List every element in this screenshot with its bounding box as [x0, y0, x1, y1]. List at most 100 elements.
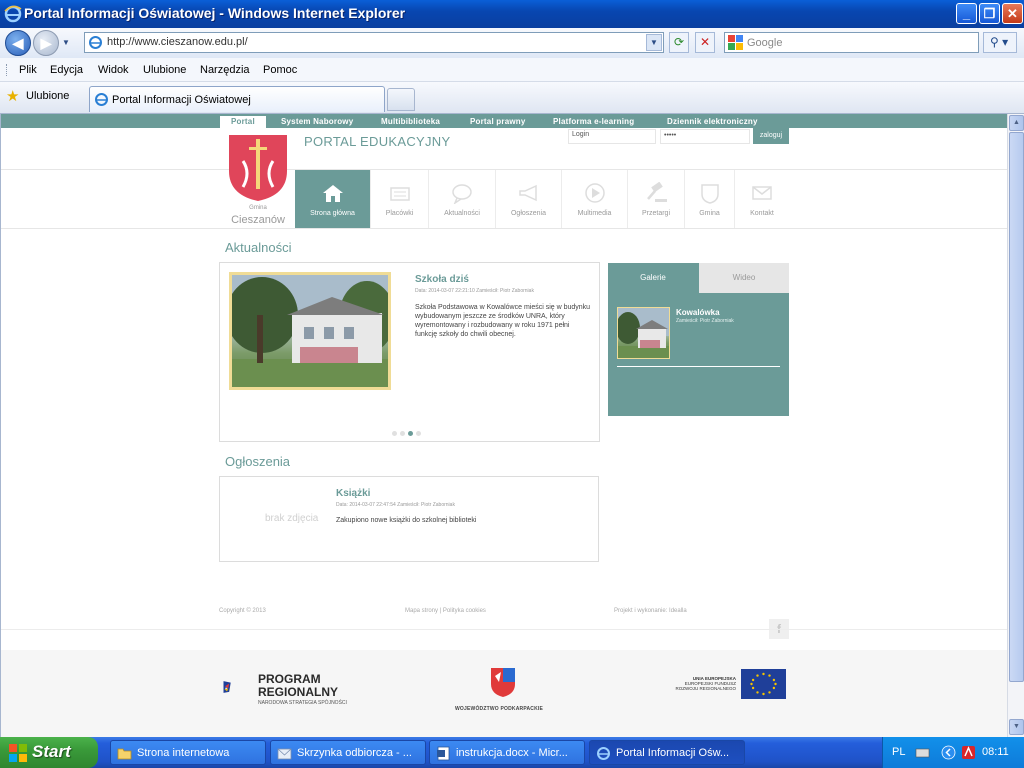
address-dropdown-icon[interactable]: ▼: [646, 34, 662, 51]
tab-wideo[interactable]: Wideo: [699, 263, 789, 293]
nav-kontakt[interactable]: Kontakt: [735, 170, 789, 228]
gavel-icon: [647, 182, 667, 202]
word-document-icon: [437, 746, 450, 761]
nav-gmina[interactable]: Gmina: [685, 170, 735, 228]
system-tray: PL 08:11: [882, 737, 1024, 768]
vertical-scrollbar[interactable]: ▲ ▼: [1007, 114, 1024, 737]
slider-dot-active[interactable]: [408, 431, 413, 436]
close-button[interactable]: ✕: [1002, 3, 1023, 24]
top-link-dziennik[interactable]: Dziennik elektroniczny: [667, 117, 758, 126]
menu-pomoc[interactable]: Pomoc: [263, 64, 297, 76]
tab-galerie[interactable]: Galerie: [608, 263, 698, 293]
password-input[interactable]: •••••: [660, 129, 750, 144]
favorites-bar: ★ Ulubione Portal Informacji Oświatowej: [0, 82, 1024, 114]
search-button[interactable]: ⚲ ▾: [983, 32, 1017, 53]
school-icon: [389, 187, 410, 201]
new-tab-button[interactable]: [387, 88, 415, 111]
program-text-2: REGIONALNY: [258, 685, 339, 699]
gmina-crest-logo[interactable]: [227, 133, 289, 203]
show-hidden-icons-icon[interactable]: [941, 745, 956, 760]
start-button[interactable]: Start: [0, 737, 98, 768]
history-dropdown-icon[interactable]: ▼: [62, 38, 70, 47]
toolbar-grip[interactable]: [6, 64, 9, 76]
taskbar-item-mail[interactable]: Skrzynka odbiorcza - ...: [270, 740, 426, 765]
scroll-thumb[interactable]: [1009, 132, 1024, 682]
top-link-multibiblioteka[interactable]: Multibiblioteka: [381, 117, 440, 126]
gallery-thumbnail-image: [618, 308, 669, 358]
nav-divider: [1, 228, 1007, 229]
gallery-item-title[interactable]: Kowalówka: [676, 308, 720, 317]
nav-przetargi[interactable]: Przetargi: [628, 170, 685, 228]
nav-placowki[interactable]: Placówki: [371, 170, 429, 228]
language-indicator[interactable]: PL: [892, 746, 905, 758]
nav-aktualnosci[interactable]: Aktualności: [429, 170, 496, 228]
address-url[interactable]: http://www.cieszanow.edu.pl/: [107, 36, 248, 48]
news-slider: Szkoła dziś Data: 2014-03-07 22:21:10 Za…: [219, 262, 600, 442]
menu-widok[interactable]: Widok: [98, 64, 129, 76]
news-photo[interactable]: [229, 272, 391, 390]
back-button[interactable]: ◀: [5, 30, 31, 56]
taskbar-item-folder[interactable]: Strona internetowa: [110, 740, 266, 765]
sitemap-links[interactable]: Mapa strony | Polityka cookies: [405, 608, 486, 614]
menu-narzedzia[interactable]: Narzędzia: [200, 64, 250, 76]
footer-divider: [1, 629, 1007, 630]
sponsor-logos: PROGRAM REGIONALNY NARODOWA STRATEGIA SP…: [1, 650, 1007, 737]
megaphone-icon: [518, 184, 537, 202]
nav-multimedia[interactable]: Multimedia: [562, 170, 628, 228]
page-viewport: Portal System Naborowy Multibiblioteka P…: [0, 114, 1007, 737]
internet-explorer-icon: [4, 5, 22, 23]
nav-ogloszenia[interactable]: Ogłoszenia: [496, 170, 562, 228]
tab-title: Portal Informacji Oświatowej: [112, 94, 251, 106]
play-icon: [584, 183, 605, 203]
address-bar[interactable]: http://www.cieszanow.edu.pl/ ▼: [84, 32, 664, 53]
refresh-icon[interactable]: ⟳: [669, 32, 689, 53]
login-button[interactable]: zaloguj: [753, 128, 789, 144]
menu-bar: Plik Edycja Widok Ulubione Narzędzia Pom…: [0, 58, 1024, 82]
top-link-system-naborowy[interactable]: System Naborowy: [281, 117, 353, 126]
top-link-portal-prawny[interactable]: Portal prawny: [470, 117, 526, 126]
eu-flag-icon: [741, 669, 786, 699]
browser-tab[interactable]: Portal Informacji Oświatowej: [89, 86, 385, 112]
program-text-1: PROGRAM: [258, 672, 321, 686]
taskbar-item-ie[interactable]: Portal Informacji Ośw...: [589, 740, 745, 765]
school-building-photo: [232, 275, 388, 387]
ue-text: UNIA EUROPEJSKA EUROPEJSKI FUNDUSZ ROZWO…: [641, 676, 736, 691]
scroll-up-button[interactable]: ▲: [1009, 115, 1024, 131]
home-icon: [322, 185, 343, 202]
gallery-thumbnail[interactable]: [617, 307, 670, 359]
scroll-down-button[interactable]: ▼: [1009, 719, 1024, 735]
nav-strona-glowna[interactable]: Strona główna: [295, 170, 371, 228]
taskbar: Start Strona internetowa Skrzynka odbior…: [0, 737, 1024, 768]
forward-button[interactable]: ▶: [33, 30, 59, 56]
speech-bubble-icon: [452, 184, 472, 204]
keyboard-icon[interactable]: [915, 745, 930, 760]
slider-dot[interactable]: [392, 431, 397, 436]
gallery-item-meta: Zamieścił: Piotr Zaborniak: [676, 318, 734, 324]
ue-line-3: ROZWOJU REGIONALNEGO: [675, 686, 736, 691]
stop-icon[interactable]: ✕: [695, 32, 715, 53]
news-section-title: Aktualności: [225, 240, 292, 255]
minimize-button[interactable]: _: [956, 3, 977, 24]
wojewodztwo-text: WOJEWÓDZTWO PODKARPACKIE: [455, 706, 544, 712]
search-box[interactable]: Google: [724, 32, 979, 53]
maximize-button[interactable]: ❐: [979, 3, 1000, 24]
menu-edycja[interactable]: Edycja: [50, 64, 83, 76]
slider-dot[interactable]: [416, 431, 421, 436]
login-input[interactable]: Login: [568, 129, 656, 144]
notice-meta: Data: 2014-03-07 22:47:54 Zamieścił: Pio…: [336, 502, 455, 508]
menu-ulubione[interactable]: Ulubione: [143, 64, 186, 76]
top-link-portal[interactable]: Portal: [220, 116, 266, 128]
news-title[interactable]: Szkoła dziś: [415, 274, 469, 285]
top-link-e-learning[interactable]: Platforma e-learning: [553, 117, 634, 126]
program-regionalny-logo: [223, 681, 231, 693]
folder-icon: [117, 748, 132, 760]
antivirus-icon[interactable]: [961, 745, 976, 760]
project-credit[interactable]: Projekt i wykonanie: Idealla: [614, 608, 687, 614]
notice-title[interactable]: Książki: [336, 488, 370, 499]
taskbar-item-word[interactable]: instrukcja.docx - Micr...: [429, 740, 585, 765]
clock[interactable]: 08:11: [982, 746, 1009, 758]
slider-dot[interactable]: [400, 431, 405, 436]
news-text: Szkoła Podstawowa w Kowalówce mieści się…: [415, 304, 591, 338]
window-title-bar[interactable]: Portal Informacji Oświatowej - Windows I…: [0, 0, 1024, 28]
menu-plik[interactable]: Plik: [19, 64, 37, 76]
